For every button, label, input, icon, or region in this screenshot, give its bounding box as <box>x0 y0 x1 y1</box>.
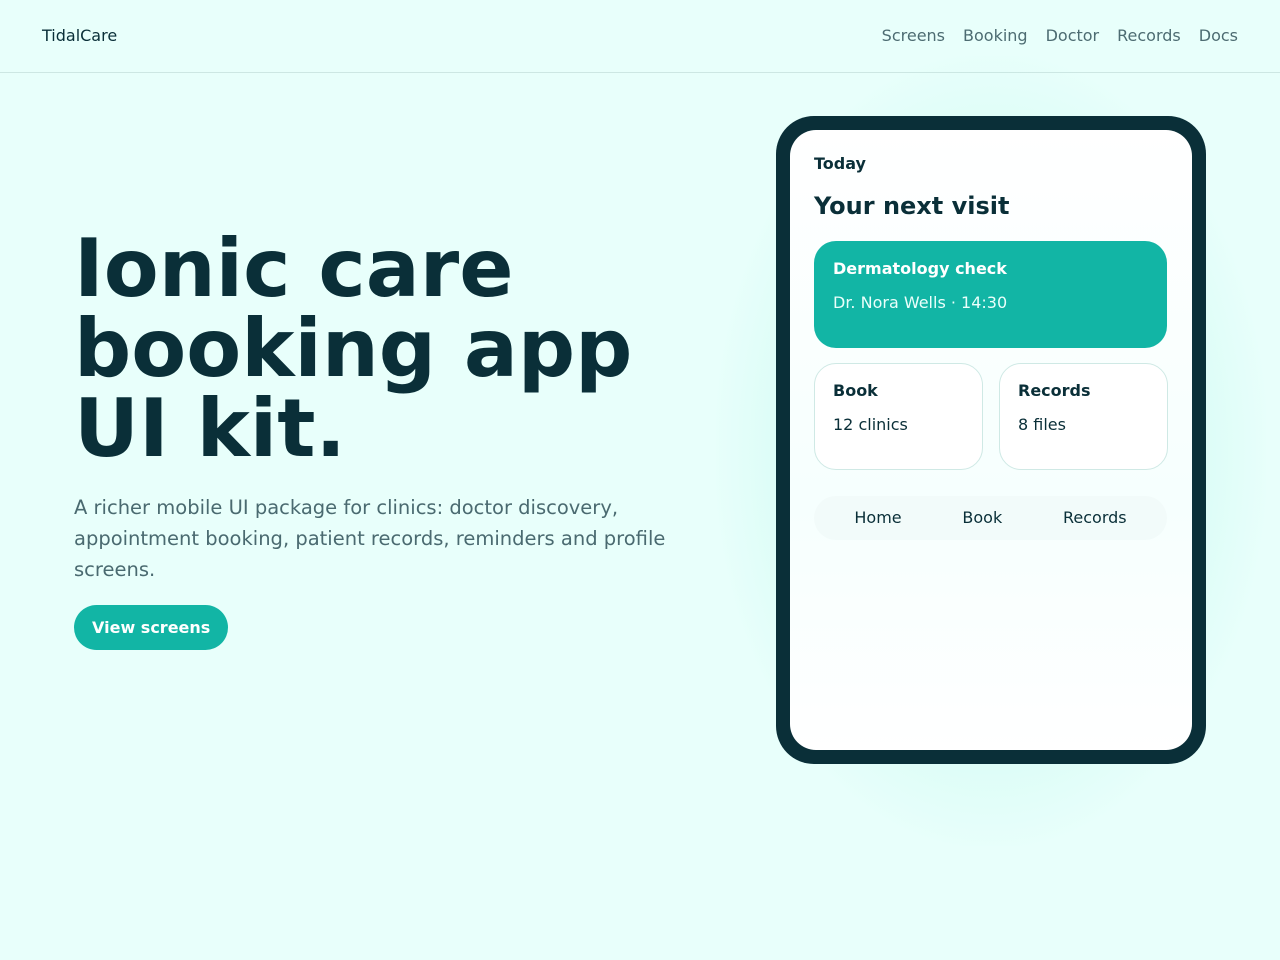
records-tile-count: 8 files <box>1018 415 1066 434</box>
hero-subtitle: A richer mobile UI package for clinics: … <box>74 496 666 581</box>
hero-title: Ionic care booking app UI kit. <box>74 222 633 475</box>
today-label: Today <box>814 154 866 173</box>
next-visit-heading: Your next visit <box>814 192 1010 220</box>
nav-link-doctor[interactable]: Doctor <box>1046 26 1100 46</box>
main-nav: Screens Booking Doctor Records Docs <box>882 26 1238 46</box>
visit-title: Dermatology check <box>833 259 1007 278</box>
book-tile[interactable]: Book 12 clinics <box>814 363 983 470</box>
nav-link-booking[interactable]: Booking <box>963 26 1028 46</box>
next-visit-card[interactable]: Dermatology check Dr. Nora Wells · 14:30 <box>814 241 1167 348</box>
phone-screen: Today Your next visit Dermatology check … <box>790 130 1192 750</box>
brand-logo[interactable]: TidalCare <box>42 26 117 46</box>
nav-link-docs[interactable]: Docs <box>1199 26 1238 46</box>
records-tile[interactable]: Records 8 files <box>999 363 1168 470</box>
phone-tab-bar: Home Book Records <box>814 496 1167 540</box>
tab-book[interactable]: Book <box>962 508 1002 528</box>
tab-home[interactable]: Home <box>854 508 901 528</box>
phone-mockup: Today Your next visit Dermatology check … <box>776 116 1206 764</box>
book-tile-title: Book <box>833 381 878 400</box>
records-tile-title: Records <box>1018 381 1091 400</box>
nav-link-records[interactable]: Records <box>1117 26 1181 46</box>
visit-doctor-time: Dr. Nora Wells · 14:30 <box>833 293 1008 312</box>
nav-link-screens[interactable]: Screens <box>882 26 945 46</box>
view-screens-button[interactable]: View screens <box>74 605 229 650</box>
book-tile-count: 12 clinics <box>833 415 908 434</box>
tab-records[interactable]: Records <box>1063 508 1127 528</box>
